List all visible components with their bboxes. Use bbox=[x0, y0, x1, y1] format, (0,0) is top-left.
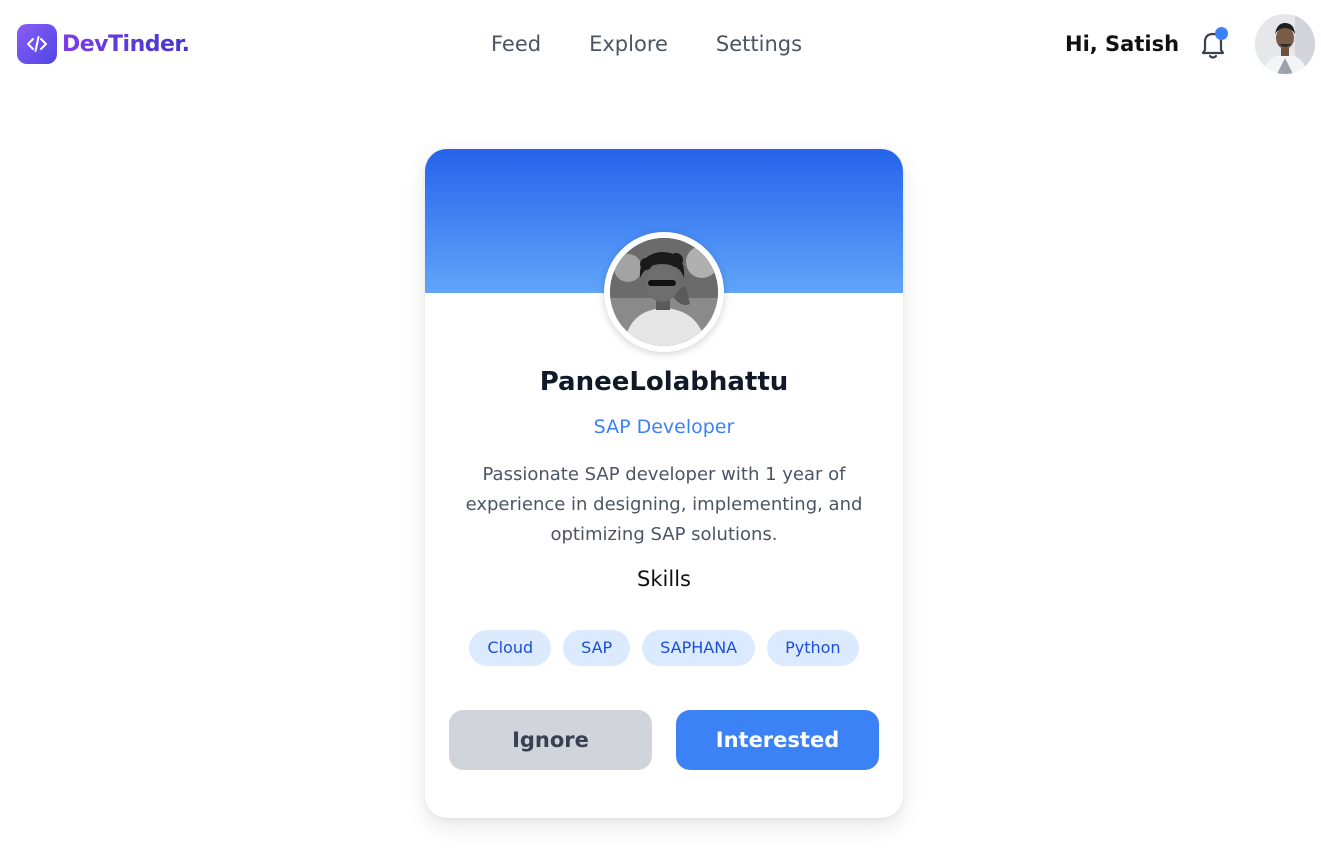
nav-feed[interactable]: Feed bbox=[491, 28, 541, 60]
code-icon bbox=[17, 24, 57, 64]
ignore-button[interactable]: Ignore bbox=[449, 710, 652, 770]
main-nav: Feed Explore Settings bbox=[480, 28, 802, 60]
profile-avatar bbox=[604, 232, 724, 352]
skill-badge-saphana: SAPHANA bbox=[642, 630, 756, 666]
nav-explore[interactable]: Explore bbox=[589, 28, 668, 60]
skill-badge-sap: SAP bbox=[563, 630, 631, 666]
profile-bio: Passionate SAP developer with 1 year of … bbox=[465, 464, 863, 545]
brand-name: DevTinder. bbox=[62, 31, 190, 57]
skill-badge-cloud: Cloud bbox=[469, 630, 552, 666]
nav-settings[interactable]: Settings bbox=[716, 28, 802, 60]
profile-card: PaneeLolabhattu SAP Developer Passionate… bbox=[425, 149, 903, 818]
user-avatar[interactable] bbox=[1255, 14, 1315, 74]
notification-dot bbox=[1215, 27, 1228, 40]
profile-role: SAP Developer bbox=[593, 416, 735, 438]
skills-heading: Skills bbox=[637, 567, 691, 591]
skills-list: Cloud SAP SAPHANA Python bbox=[425, 630, 903, 666]
user-greeting: Hi, Satish bbox=[1065, 32, 1180, 56]
bell-icon[interactable] bbox=[1195, 26, 1231, 62]
profile-name: PaneeLolabhattu bbox=[539, 367, 789, 397]
interested-button[interactable]: Interested bbox=[676, 710, 879, 770]
top-navbar: DevTinder. Feed Explore Settings Hi, Sat… bbox=[0, 0, 1321, 88]
skill-badge-python: Python bbox=[767, 630, 859, 666]
brand-link[interactable]: DevTinder. bbox=[17, 24, 190, 64]
